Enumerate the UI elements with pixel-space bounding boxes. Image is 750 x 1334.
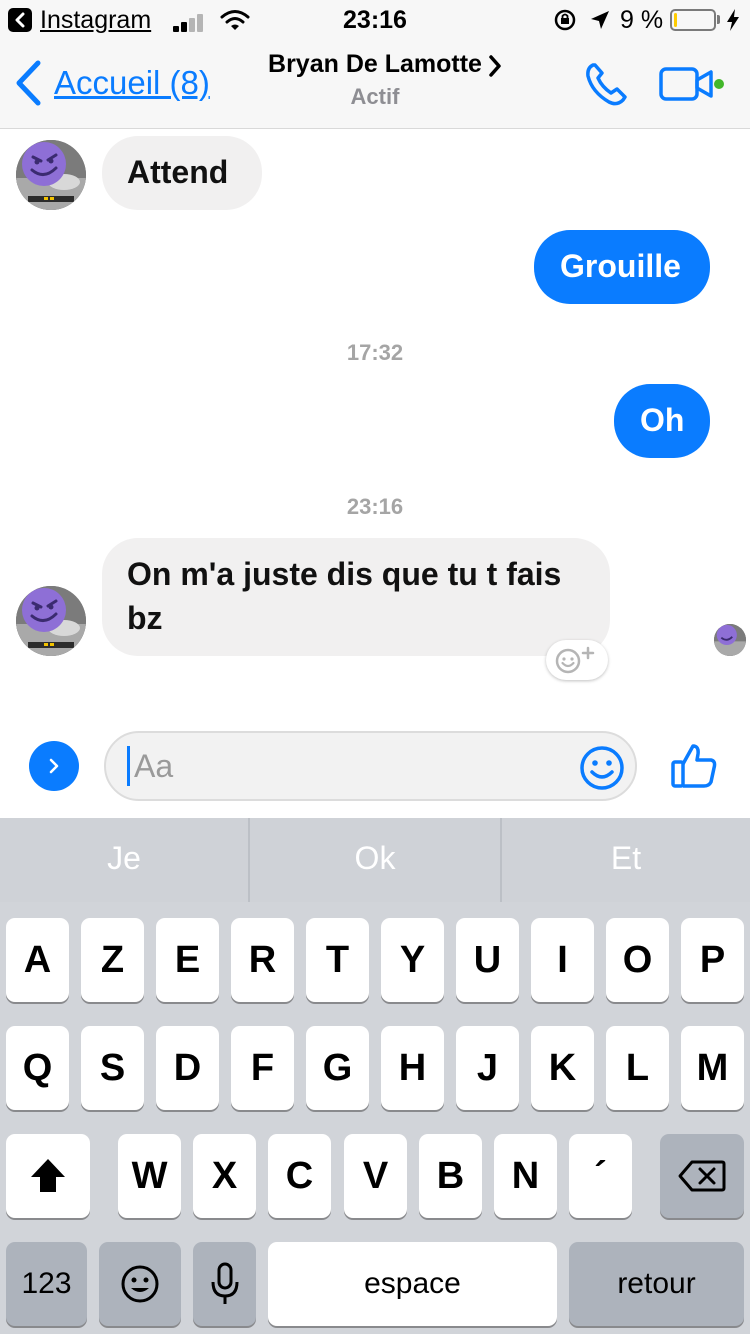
outgoing-message-bubble[interactable]: Oh	[614, 384, 710, 458]
key-t[interactable]: T	[306, 918, 369, 1002]
key-e[interactable]: E	[156, 918, 219, 1002]
contact-name[interactable]: Bryan De Lamotte	[0, 50, 750, 79]
thumbs-up-icon[interactable]	[670, 741, 718, 789]
key-q[interactable]: Q	[6, 1026, 69, 1110]
predictive-bar: Je Ok Et	[0, 818, 750, 902]
phone-icon[interactable]	[583, 62, 629, 108]
message-timestamp: 23:16	[346, 494, 404, 519]
key-x[interactable]: X	[193, 1134, 256, 1218]
chevron-right-icon[interactable]	[487, 54, 503, 78]
key-p[interactable]: P	[681, 918, 744, 1002]
microphone-icon	[211, 1262, 239, 1304]
outgoing-message-bubble[interactable]: Grouille	[534, 230, 710, 304]
add-reaction-icon	[555, 646, 595, 674]
battery-tip	[717, 15, 720, 24]
key-z[interactable]: Z	[81, 918, 144, 1002]
key-l[interactable]: L	[606, 1026, 669, 1110]
space-key[interactable]: espace	[268, 1242, 557, 1326]
key-o[interactable]: O	[606, 918, 669, 1002]
contact-avatar[interactable]	[16, 586, 86, 656]
message-composer	[0, 715, 750, 818]
message-text-line: On m'a juste dis que tu t fais	[127, 556, 562, 592]
shift-icon	[31, 1159, 65, 1192]
key-n[interactable]: N	[494, 1134, 557, 1218]
location-arrow-icon	[591, 11, 609, 29]
suggestion-3[interactable]: Et	[502, 818, 750, 902]
key-w[interactable]: W	[118, 1134, 181, 1218]
read-receipt-avatar	[714, 624, 746, 656]
message-text: Oh	[640, 402, 685, 438]
key-s[interactable]: S	[81, 1026, 144, 1110]
key-a[interactable]: A	[6, 918, 69, 1002]
dictation-key[interactable]	[193, 1242, 256, 1326]
key-d[interactable]: D	[156, 1026, 219, 1110]
message-text-line: bz	[127, 600, 163, 636]
key-h[interactable]: H	[381, 1026, 444, 1110]
message-input[interactable]	[104, 731, 637, 801]
message-text: Grouille	[560, 248, 681, 284]
expand-chevron-icon	[49, 758, 59, 774]
key-v[interactable]: V	[344, 1134, 407, 1218]
return-key[interactable]: retour	[569, 1242, 744, 1326]
emoji-icon[interactable]	[578, 744, 626, 792]
key-b[interactable]: B	[419, 1134, 482, 1218]
video-camera-icon[interactable]	[659, 64, 715, 104]
backspace-icon	[678, 1160, 726, 1192]
contact-status: Actif	[350, 84, 400, 109]
key-i[interactable]: I	[531, 918, 594, 1002]
key-r[interactable]: R	[231, 918, 294, 1002]
battery-icon	[670, 9, 716, 31]
add-reaction-button[interactable]	[546, 640, 608, 680]
backspace-key[interactable]	[660, 1134, 744, 1218]
charging-bolt-icon	[727, 9, 739, 31]
key-g[interactable]: G	[306, 1026, 369, 1110]
key-u[interactable]: U	[456, 918, 519, 1002]
contact-avatar[interactable]	[16, 140, 86, 210]
suggestion-2[interactable]: Ok	[250, 818, 500, 902]
numbers-key[interactable]: 123	[6, 1242, 87, 1326]
shift-key[interactable]	[6, 1134, 90, 1218]
key-j[interactable]: J	[456, 1026, 519, 1110]
message-timestamp: 17:32	[346, 340, 404, 365]
expand-actions-button[interactable]	[29, 741, 79, 791]
emoji-keyboard-icon	[121, 1265, 159, 1303]
active-status-dot	[714, 79, 724, 89]
key-m[interactable]: M	[681, 1026, 744, 1110]
suggestion-1[interactable]: Je	[0, 818, 248, 902]
incoming-message-bubble[interactable]: On m'a juste dis que tu t fais bz	[102, 538, 610, 656]
conversation-header: Accueil (8) Bryan De Lamotte Actif	[0, 42, 750, 129]
emoji-keyboard-key[interactable]	[99, 1242, 181, 1326]
incoming-message-bubble[interactable]: Attend	[102, 136, 262, 210]
battery-percent: 9 %	[620, 6, 664, 34]
text-caret	[127, 746, 130, 786]
keyboard: Je Ok Et A Z E R T Y U I O P Q S D F G H…	[0, 818, 750, 1334]
key-f[interactable]: F	[231, 1026, 294, 1110]
key-c[interactable]: C	[268, 1134, 331, 1218]
key-acute-accent[interactable]: ´	[569, 1134, 632, 1218]
status-bar: Instagram 23:16 9 %	[0, 0, 750, 42]
message-text: Attend	[127, 154, 229, 190]
rotation-lock-icon	[554, 9, 576, 31]
key-y[interactable]: Y	[381, 918, 444, 1002]
key-k[interactable]: K	[531, 1026, 594, 1110]
battery-fill	[674, 13, 677, 27]
